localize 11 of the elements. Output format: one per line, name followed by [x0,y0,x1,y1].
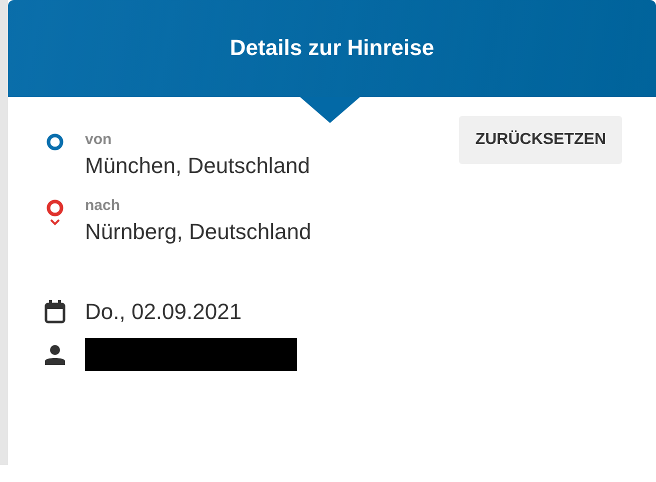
place-name: München, Deutschland [85,152,310,180]
stop-label: nach [85,197,122,215]
stop-label: von [85,131,113,149]
calendar-icon [44,300,66,324]
header-title: Details zur Hinreise [230,35,434,62]
pointer-icon [300,97,360,123]
person-icon [45,344,65,364]
origin-marker-icon [46,133,64,151]
reset-button[interactable]: ZURÜCKSETZEN [459,116,622,164]
travel-date: Do., 02.09.2021 [85,298,242,326]
place-name: Nürnberg, Deutschland [85,218,312,246]
